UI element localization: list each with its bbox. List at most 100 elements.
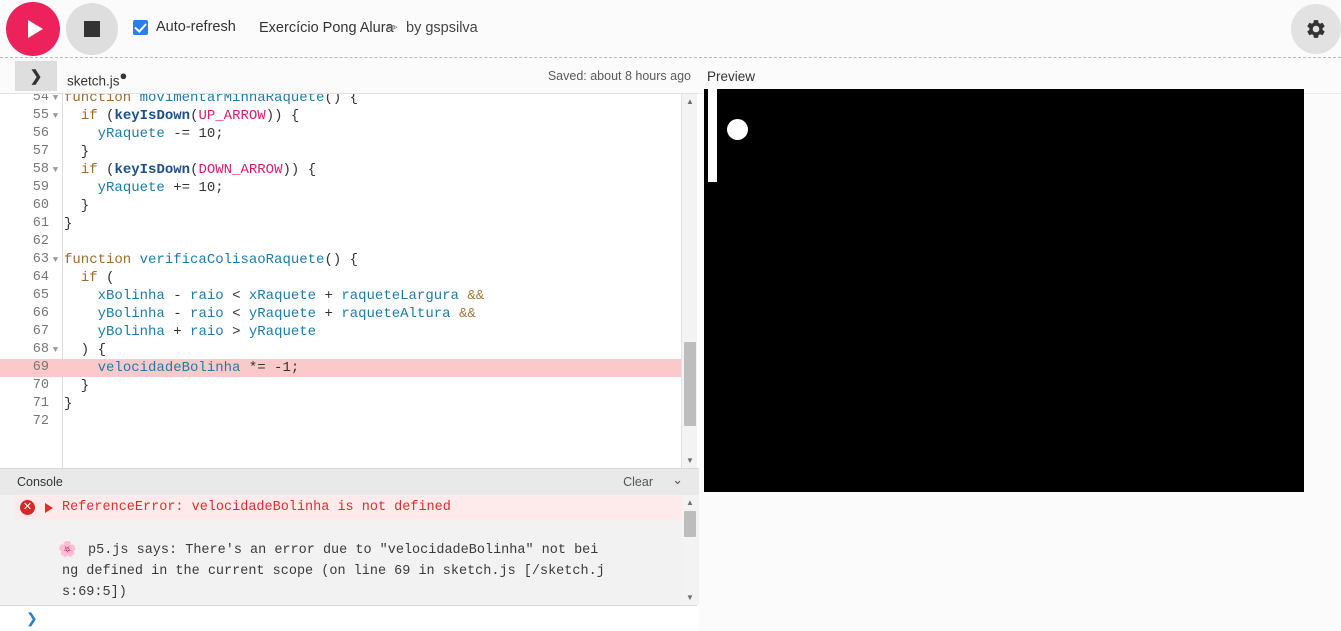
- code-fold-toggle-icon[interactable]: ▼: [50, 107, 61, 125]
- line-number: 70: [32, 378, 49, 393]
- settings-button[interactable]: [1291, 4, 1341, 54]
- line-number: 61: [32, 216, 49, 231]
- play-icon: [27, 20, 43, 38]
- console-message-line-1: p5.js says: There's an error due to "vel…: [88, 543, 599, 558]
- line-number: 55: [32, 108, 49, 123]
- code-line[interactable]: 57 }: [0, 143, 684, 161]
- code-line[interactable]: 55 ▼ if (keyIsDown(UP_ARROW)) {: [0, 107, 684, 125]
- code-line[interactable]: 56 yRaquete -= 10;: [0, 125, 684, 143]
- auto-refresh-toggle[interactable]: Auto-refresh: [133, 19, 236, 35]
- auto-refresh-label: Auto-refresh: [156, 19, 236, 35]
- code-line[interactable]: 66 yBolinha - raio < yRaquete + raqueteA…: [0, 305, 684, 323]
- console-prompt-icon: ❯: [26, 612, 38, 628]
- code-line[interactable]: 71}: [0, 395, 684, 413]
- line-number: 72: [32, 414, 49, 429]
- code-line-text: }: [64, 396, 73, 412]
- code-line-text: }: [64, 144, 90, 160]
- line-number: 69: [32, 360, 49, 375]
- sketch-canvas[interactable]: [704, 89, 1304, 492]
- sketch-title[interactable]: Exercício Pong Alura: [259, 20, 394, 36]
- top-toolbar: Auto-refresh Exercício Pong Alura ✏ by g…: [0, 0, 1341, 58]
- code-line[interactable]: 61}: [0, 215, 684, 233]
- console-error-row[interactable]: ✕ ReferenceError: velocidadeBolinha is n…: [14, 495, 682, 520]
- code-line-text: function movimentarMinhaRaquete() {: [64, 94, 359, 106]
- code-line[interactable]: 65 xBolinha - raio < xRaquete + raqueteL…: [0, 287, 684, 305]
- code-line-text: yBolinha - raio < yRaquete + raqueteAltu…: [97, 306, 476, 322]
- stop-button[interactable]: [66, 3, 118, 55]
- code-line-text: yBolinha + raio > yRaquete: [97, 324, 317, 340]
- console-panel: Console Clear ⌄ ✕ ReferenceError: veloci…: [0, 468, 699, 631]
- code-line[interactable]: 67 yBolinha + raio > yRaquete: [0, 323, 684, 341]
- console-scroll-up-arrow-icon[interactable]: ▲: [682, 495, 698, 510]
- line-number: 59: [32, 180, 49, 195]
- code-line-text: function verificaColisaoRaquete() {: [64, 252, 359, 268]
- code-line[interactable]: 64 if (: [0, 269, 684, 287]
- code-fold-toggle-icon[interactable]: ▼: [50, 94, 61, 107]
- console-message-line-2: ng defined in the current scope (on line…: [62, 564, 605, 579]
- line-number: 65: [32, 288, 49, 303]
- unsaved-dot-icon: ●: [119, 68, 128, 83]
- file-bar: ❯ sketch.js● Saved: about 8 hours ago: [0, 59, 699, 94]
- console-clear-button[interactable]: Clear: [623, 475, 653, 489]
- line-number: 68: [32, 342, 49, 357]
- code-line-text: yRaquete += 10;: [97, 180, 224, 196]
- line-number: 58: [32, 162, 49, 177]
- expand-triangle-icon[interactable]: [45, 502, 53, 513]
- code-lines-container[interactable]: 54 ▼ function movimentarMinhaRaquete() {55…: [0, 94, 684, 431]
- console-error-text: ReferenceError: velocidadeBolinha is not…: [62, 500, 451, 515]
- line-number: 64: [32, 270, 49, 285]
- chevron-down-icon[interactable]: ⌄: [672, 472, 683, 488]
- code-line[interactable]: 68 ▼ ) {: [0, 341, 684, 359]
- console-input[interactable]: ❯: [0, 605, 697, 631]
- console-message-line-3: s:69:5]): [62, 585, 127, 600]
- play-button[interactable]: [6, 2, 60, 56]
- preview-column: Preview: [700, 59, 1341, 571]
- preview-label: Preview: [707, 69, 756, 84]
- code-line[interactable]: 60 }: [0, 197, 684, 215]
- line-number: 63: [32, 252, 49, 267]
- console-header: Console Clear ⌄: [0, 469, 699, 495]
- editor-scrollbar-thumb[interactable]: [684, 342, 696, 426]
- saved-status-label: Saved: about 8 hours ago: [547, 69, 691, 83]
- auto-refresh-checkbox-icon[interactable]: [133, 19, 148, 35]
- sidebar-toggle-button[interactable]: ❯: [15, 61, 57, 91]
- code-line[interactable]: 63 ▼ function verificaColisaoRaquete() {: [0, 251, 684, 269]
- console-output[interactable]: ✕ ReferenceError: velocidadeBolinha is n…: [0, 495, 699, 605]
- code-editor[interactable]: 54 ▼ function movimentarMinhaRaquete() {55…: [0, 94, 699, 468]
- pencil-edit-icon[interactable]: ✏: [387, 20, 398, 36]
- code-line[interactable]: 59 yRaquete += 10;: [0, 179, 684, 197]
- line-number: 56: [32, 126, 49, 141]
- code-line-text: if (: [80, 270, 115, 286]
- code-line-text: }: [64, 216, 73, 232]
- code-line[interactable]: 62: [0, 233, 684, 251]
- code-line-text: if (keyIsDown(DOWN_ARROW)) {: [80, 162, 317, 178]
- code-line[interactable]: 69 velocidadeBolinha *= -1;: [0, 359, 684, 377]
- line-number: 62: [32, 234, 49, 249]
- code-line[interactable]: 58 ▼ if (keyIsDown(DOWN_ARROW)) {: [0, 161, 684, 179]
- code-line-text: if (keyIsDown(UP_ARROW)) {: [80, 108, 300, 124]
- code-line[interactable]: 54 ▼ function movimentarMinhaRaquete() {: [0, 94, 684, 107]
- line-number: 66: [32, 306, 49, 321]
- console-scroll-down-arrow-icon[interactable]: ▼: [682, 590, 698, 605]
- code-line[interactable]: 72: [0, 413, 684, 431]
- author-label[interactable]: by gspsilva: [406, 20, 478, 36]
- line-number: 60: [32, 198, 49, 213]
- code-line-text: }: [64, 198, 90, 214]
- stop-icon: [84, 21, 100, 37]
- code-fold-toggle-icon[interactable]: ▼: [50, 161, 61, 179]
- code-line[interactable]: 70 }: [0, 377, 684, 395]
- code-line-text: yRaquete -= 10;: [97, 126, 224, 142]
- code-line-text: velocidadeBolinha *= -1;: [97, 360, 300, 376]
- file-name-tab[interactable]: sketch.js●: [67, 68, 127, 89]
- line-number: 57: [32, 144, 49, 159]
- code-fold-toggle-icon[interactable]: ▼: [50, 341, 61, 359]
- editor-column: ❯ sketch.js● Saved: about 8 hours ago 54…: [0, 59, 699, 631]
- console-vertical-scrollbar[interactable]: ▲ ▼: [682, 495, 698, 605]
- scroll-down-arrow-icon[interactable]: ▼: [682, 453, 698, 468]
- console-scrollbar-thumb[interactable]: [684, 511, 696, 537]
- scroll-up-arrow-icon[interactable]: ▲: [682, 94, 698, 109]
- pong-ball: [727, 119, 748, 140]
- code-fold-toggle-icon[interactable]: ▼: [50, 251, 61, 269]
- editor-vertical-scrollbar[interactable]: ▲ ▼: [681, 94, 697, 468]
- p5-flower-icon: 🌸: [58, 542, 77, 559]
